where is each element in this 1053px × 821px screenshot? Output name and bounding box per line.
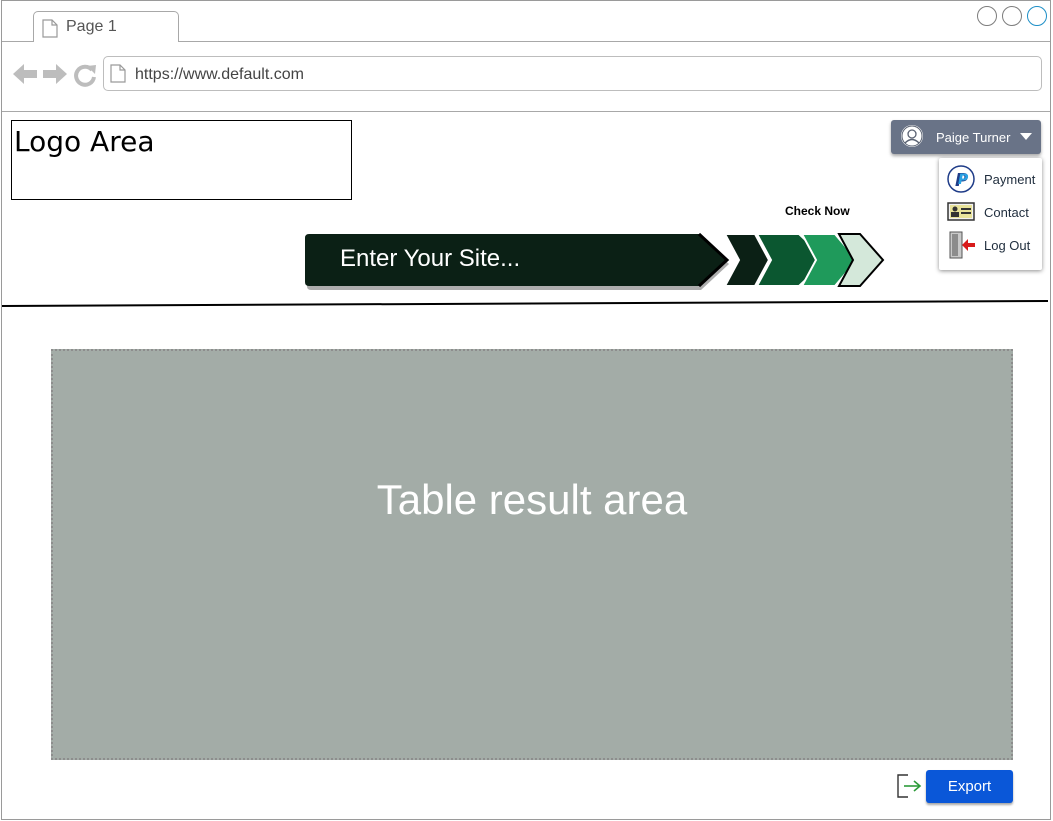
svg-text:P: P — [958, 172, 969, 188]
page-icon — [110, 64, 126, 83]
window-maximize-button[interactable] — [1002, 6, 1022, 26]
logo-text: Logo Area — [14, 125, 155, 158]
logo-area: Logo Area — [11, 120, 352, 200]
tab-label: Page 1 — [66, 18, 117, 35]
url-text: https://www.default.com — [135, 66, 304, 83]
tab-bar: Page 1 — [2, 1, 1050, 42]
window-minimize-button[interactable] — [977, 6, 997, 26]
user-menu-button[interactable]: Paige Turner — [891, 120, 1041, 154]
tab-page-1[interactable]: Page 1 — [33, 11, 179, 42]
address-bar[interactable]: https://www.default.com — [103, 56, 1042, 91]
paypal-icon: P P — [947, 165, 975, 193]
menu-item-payment[interactable]: P P Payment — [939, 164, 1042, 194]
user-dropdown-menu: P P Payment Contact Log Out — [939, 158, 1042, 270]
user-avatar-icon — [901, 125, 923, 147]
export-icon[interactable] — [896, 773, 922, 799]
export-button[interactable]: Export — [926, 770, 1013, 803]
table-result-area: Table result area — [51, 349, 1013, 760]
forward-arrow-icon[interactable] — [43, 63, 67, 85]
back-arrow-icon[interactable] — [13, 63, 37, 85]
menu-item-label: Contact — [984, 205, 1029, 220]
contact-card-icon — [947, 202, 975, 221]
table-placeholder-text: Table result area — [376, 476, 688, 523]
window-close-button[interactable] — [1027, 6, 1047, 26]
header-divider — [2, 300, 1048, 307]
refresh-icon[interactable] — [73, 63, 97, 87]
chevron-down-icon — [1020, 133, 1032, 140]
page-icon — [42, 19, 58, 38]
menu-item-label: Payment — [984, 172, 1036, 187]
logout-door-icon — [949, 231, 975, 259]
check-now-label: Check Now — [785, 204, 850, 218]
menu-item-label: Log Out — [984, 238, 1031, 253]
user-name: Paige Turner — [936, 130, 1011, 145]
navigation-bar: https://www.default.com — [2, 42, 1050, 112]
menu-item-contact[interactable]: Contact — [939, 197, 1042, 227]
menu-item-logout[interactable]: Log Out — [939, 230, 1042, 260]
site-input-text[interactable]: Enter Your Site... — [340, 245, 520, 273]
